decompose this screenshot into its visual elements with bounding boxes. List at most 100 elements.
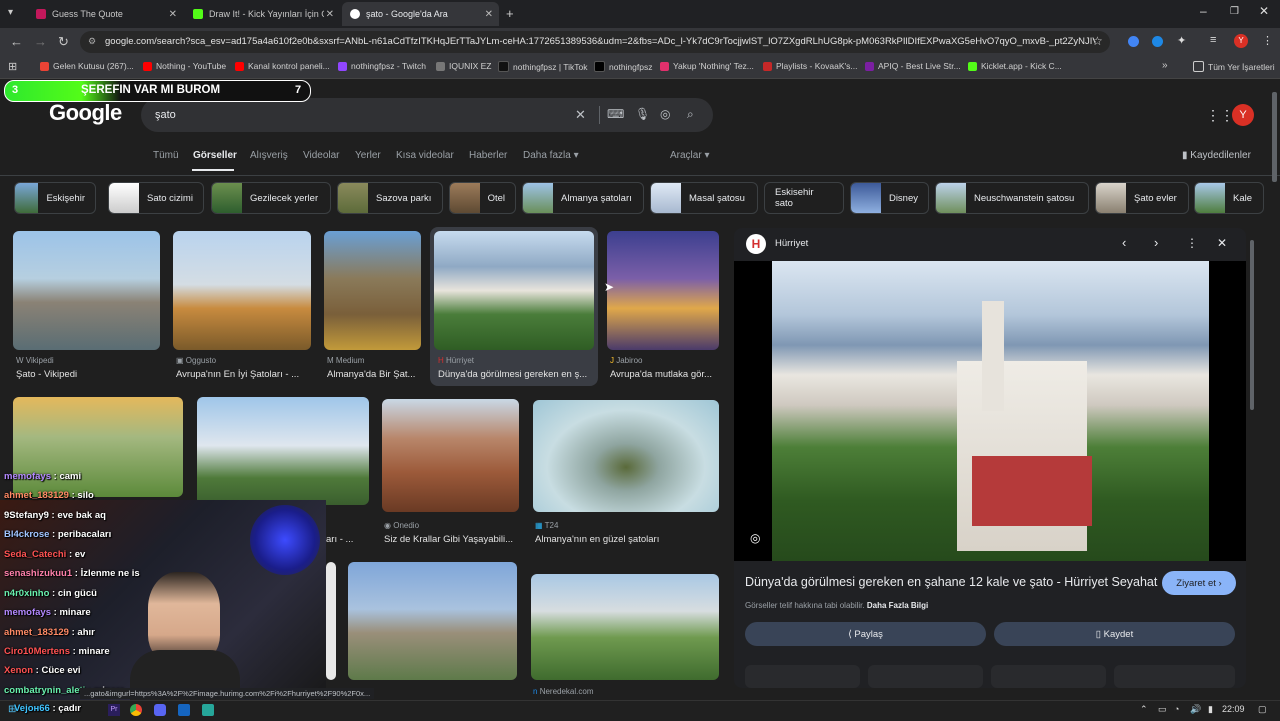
chip[interactable]: Otel xyxy=(449,182,516,214)
premiere-icon[interactable]: Pr xyxy=(108,704,120,716)
app-icon[interactable] xyxy=(178,704,190,716)
more-bookmarks-icon[interactable]: » xyxy=(1162,60,1168,71)
forward-icon[interactable]: → xyxy=(34,34,47,49)
chip[interactable]: Kale xyxy=(1194,182,1264,214)
tab-videos[interactable]: Videolar xyxy=(303,150,340,161)
result-source[interactable]: ◉ Onedio xyxy=(384,521,419,530)
search-box[interactable]: şato ✕ ⌨ 🎙 ◎ ⌕ xyxy=(141,98,713,132)
search-icon[interactable]: ⌕ xyxy=(687,107,694,122)
tab-search-icon[interactable]: ▾ xyxy=(8,7,13,18)
preview-image[interactable] xyxy=(772,261,1209,561)
result-image[interactable] xyxy=(13,397,183,497)
tab-all[interactable]: Tümü xyxy=(153,150,179,161)
volume-icon[interactable]: 🔊 xyxy=(1190,704,1201,715)
bookmark-item[interactable]: Yakup 'Nothing' Tez... xyxy=(660,61,754,71)
discord-icon[interactable] xyxy=(154,704,166,716)
chip[interactable]: Eskisehir sato xyxy=(764,182,844,214)
result-image[interactable] xyxy=(434,231,594,350)
page-scrollbar[interactable] xyxy=(1272,92,1277,182)
result-image[interactable] xyxy=(197,397,369,505)
result-caption[interactable]: Avrupa'nın En İyi Şatoları - ... xyxy=(176,369,311,380)
result-source[interactable]: n Neredekal.com xyxy=(533,687,594,696)
chip[interactable]: Neuschwanstein şatosu xyxy=(935,182,1089,214)
result-image[interactable] xyxy=(173,231,311,350)
result-image[interactable] xyxy=(533,400,719,512)
keyboard-icon[interactable]: ⌨ xyxy=(607,107,624,121)
tab-news[interactable]: Haberler xyxy=(469,150,507,161)
tab-short-videos[interactable]: Kısa videolar xyxy=(396,150,454,161)
minimize-icon[interactable]: – xyxy=(1200,4,1207,18)
bookmark-item[interactable]: Kicklet.app - Kick C... xyxy=(968,61,1062,71)
tab-shopping[interactable]: Alışveriş xyxy=(250,150,288,161)
address-bar[interactable]: ⚙ google.com/search?sca_esv=ad175a4a610f… xyxy=(80,31,1110,53)
saved-button[interactable]: ▮ Kaydedilenler xyxy=(1182,150,1251,161)
tray-chevron-icon[interactable]: ⌃ xyxy=(1140,704,1148,715)
back-icon[interactable]: ← xyxy=(10,34,23,49)
result-caption[interactable]: arı - ... xyxy=(326,534,369,545)
menu-kebab-icon[interactable]: ⋮ xyxy=(1262,34,1273,47)
browser-tab-2[interactable]: Draw It! - Kick Yayınları İçin Çizi ✕ xyxy=(185,2,340,26)
bookmark-item[interactable]: Kanal kontrol paneli... xyxy=(235,61,330,71)
panel-source[interactable]: Hürriyet xyxy=(775,238,808,249)
clear-icon[interactable]: ✕ xyxy=(575,107,586,123)
wifi-icon[interactable]: ◔ xyxy=(1174,704,1179,714)
result-caption[interactable]: Siz de Krallar Gibi Yaşayabili... xyxy=(384,534,519,545)
result-caption[interactable]: Avrupa'da mutlaka gör... xyxy=(610,369,719,380)
reload-icon[interactable]: ↻ xyxy=(58,34,69,50)
result-source[interactable]: J Jabiroo xyxy=(610,356,642,365)
chip[interactable]: Sazova parkı xyxy=(337,182,443,214)
media-control-icon[interactable]: ≡ xyxy=(1210,34,1216,46)
share-button[interactable]: ⟨ Paylaş xyxy=(745,622,986,646)
result-image[interactable] xyxy=(326,562,336,680)
chrome-icon[interactable] xyxy=(130,704,142,716)
chip[interactable]: Disney xyxy=(850,182,929,214)
bookmark-item[interactable]: nothingfpsz - Twitch xyxy=(338,61,426,71)
all-bookmarks-folder[interactable]: Tüm Yer İşaretleri xyxy=(1193,61,1275,72)
tools-button[interactable]: Araçlar ▾ xyxy=(670,150,710,161)
chip[interactable]: Eskişehir xyxy=(14,182,96,214)
related-card[interactable] xyxy=(991,665,1106,688)
result-source[interactable]: H Hürriyet xyxy=(438,356,474,365)
close-icon[interactable]: ✕ xyxy=(1217,236,1227,250)
result-source[interactable]: M Medium xyxy=(327,356,364,365)
result-caption[interactable]: Dünya'da görülmesi gereken en ş... xyxy=(438,369,592,380)
related-card[interactable] xyxy=(868,665,983,688)
microphone-icon[interactable]: 🎙 xyxy=(635,107,650,121)
chip[interactable]: Almanya şatoları xyxy=(522,182,644,214)
bookmark-item[interactable]: IQUNIX EZ xyxy=(436,61,492,71)
related-card[interactable] xyxy=(1114,665,1235,688)
apps-grid-icon[interactable]: ⋮⋮ xyxy=(1206,107,1234,124)
new-tab-icon[interactable]: + xyxy=(506,6,514,21)
previous-icon[interactable]: ‹ xyxy=(1122,235,1126,250)
result-image[interactable] xyxy=(382,399,519,512)
bookmark-item[interactable]: Playlists - KovaaK's... xyxy=(763,61,857,71)
chip[interactable]: Masal şatosu xyxy=(650,182,758,214)
result-image[interactable] xyxy=(348,562,517,680)
result-image[interactable] xyxy=(607,231,719,350)
account-avatar[interactable]: Y xyxy=(1232,104,1254,126)
app-icon[interactable] xyxy=(202,704,214,716)
bookmark-item[interactable]: nothingfpsz xyxy=(594,61,652,72)
result-caption[interactable]: Şato - Vikipedi xyxy=(16,369,160,380)
url-text[interactable]: google.com/search?sca_esv=ad175a4a610f2e… xyxy=(105,36,1095,47)
chip[interactable]: Sato cizimi xyxy=(108,182,204,214)
extension-icon[interactable] xyxy=(1128,36,1139,47)
close-icon[interactable]: ✕ xyxy=(485,9,493,20)
restore-icon[interactable]: ❐ xyxy=(1230,6,1239,17)
related-card[interactable] xyxy=(745,665,860,688)
window-close-icon[interactable]: ✕ xyxy=(1259,4,1269,18)
tab-images[interactable]: Görseller xyxy=(193,150,237,161)
hurriyet-logo-icon[interactable]: H xyxy=(746,234,766,254)
bookmark-item[interactable]: Gelen Kutusu (267)... xyxy=(40,61,134,71)
result-source[interactable]: ▦ T24 xyxy=(535,521,558,530)
result-caption[interactable]: Almanya'da Bir Şat... xyxy=(327,369,421,380)
panel-scrollbar[interactable] xyxy=(1250,240,1254,410)
chip[interactable]: Şato evler xyxy=(1095,182,1189,214)
result-image[interactable] xyxy=(324,231,421,350)
bookmark-item[interactable]: nothingfpsz | TikTok xyxy=(498,61,588,72)
notification-icon[interactable]: ▢ xyxy=(1258,704,1267,715)
site-info-icon[interactable]: ⚙ xyxy=(88,36,96,47)
close-icon[interactable]: ✕ xyxy=(169,9,177,20)
network-icon[interactable]: ▭ xyxy=(1158,704,1167,715)
bookmark-item[interactable]: Nothing - YouTube xyxy=(143,61,226,71)
